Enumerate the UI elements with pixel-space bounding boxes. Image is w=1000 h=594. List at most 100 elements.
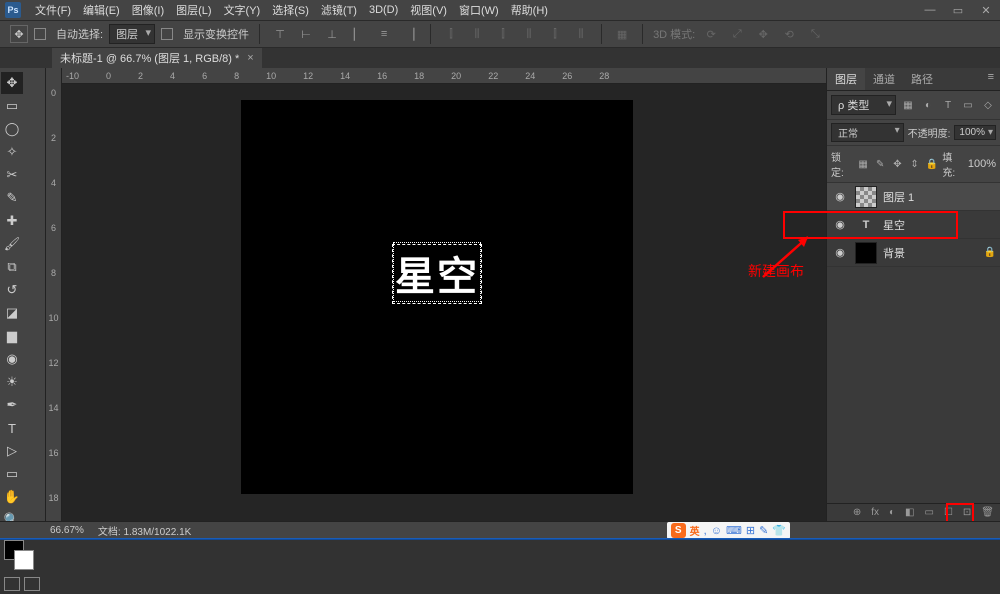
- mode3d-icon[interactable]: ⟲: [779, 25, 799, 43]
- gradient-tool[interactable]: ▆: [1, 325, 23, 347]
- layer-name[interactable]: 星空: [883, 217, 996, 233]
- visibility-eye-icon[interactable]: ◉: [831, 190, 849, 203]
- filter-adjust-icon[interactable]: ◐: [920, 98, 936, 112]
- ruler-vertical[interactable]: 0 2 4 6 8 10 12 14 16 18: [46, 68, 62, 521]
- auto-select-checkbox[interactable]: [34, 28, 46, 40]
- tab-paths[interactable]: 路径: [903, 68, 941, 90]
- close-button[interactable]: ✕: [972, 4, 1000, 17]
- marquee-tool[interactable]: ▭: [1, 95, 23, 117]
- show-transform-checkbox[interactable]: [161, 28, 173, 40]
- canvas[interactable]: 星空: [241, 100, 633, 494]
- distribute-icon[interactable]: ⫿: [441, 25, 461, 43]
- layer-name[interactable]: 背景: [883, 245, 978, 261]
- canvas-text-layer[interactable]: 星空: [395, 244, 479, 302]
- dodge-tool[interactable]: ☀: [1, 371, 23, 393]
- clone-tool[interactable]: ⧉: [1, 256, 23, 278]
- blend-mode-select[interactable]: 正常: [831, 123, 904, 142]
- new-layer-icon[interactable]: ☐: [944, 507, 953, 518]
- tab-channels[interactable]: 通道: [865, 68, 903, 90]
- quick-mask-mode[interactable]: [24, 577, 40, 591]
- standard-mode[interactable]: [4, 577, 20, 591]
- menu-file[interactable]: 文件(F): [29, 2, 77, 18]
- doc-size[interactable]: 文档: 1.83M/1022.1K: [98, 523, 191, 538]
- link-layers-icon[interactable]: ⊕: [853, 507, 861, 518]
- group-icon[interactable]: ▭: [924, 507, 933, 518]
- pen-tool[interactable]: ✒: [1, 394, 23, 416]
- distribute-icon[interactable]: ⫿: [545, 25, 565, 43]
- filter-shape-icon[interactable]: ▭: [960, 98, 976, 112]
- brush-tool[interactable]: 🖌: [1, 233, 23, 255]
- menu-window[interactable]: 窗口(W): [453, 2, 505, 18]
- fill-value[interactable]: 100%: [968, 158, 996, 170]
- filter-smart-icon[interactable]: ◇: [980, 98, 996, 112]
- layer-row[interactable]: ◉ 图层 1: [827, 183, 1000, 211]
- document-tab-close[interactable]: ×: [247, 52, 253, 64]
- align-bottom-icon[interactable]: ⊥: [322, 25, 342, 43]
- hand-tool[interactable]: ✋: [1, 486, 23, 508]
- lock-brush-icon[interactable]: ✎: [874, 159, 887, 170]
- menu-layer[interactable]: 图层(L): [170, 2, 217, 18]
- tab-layers[interactable]: 图层: [827, 68, 865, 90]
- ime-lang[interactable]: 英: [690, 523, 700, 538]
- visibility-eye-icon[interactable]: ◉: [831, 246, 849, 259]
- magic-wand-tool[interactable]: ✧: [1, 141, 23, 163]
- color-swatches[interactable]: [0, 538, 44, 574]
- menu-edit[interactable]: 编辑(E): [77, 2, 126, 18]
- sogou-logo-icon[interactable]: S: [671, 523, 686, 538]
- layer-row[interactable]: ◉ 背景 🔒: [827, 239, 1000, 267]
- new-layer-icon-2[interactable]: ⊡: [963, 507, 971, 518]
- layer-row[interactable]: ◉ T 星空: [827, 211, 1000, 239]
- blur-tool[interactable]: ◉: [1, 348, 23, 370]
- fx-icon[interactable]: fx: [871, 507, 879, 518]
- align-vcenter-icon[interactable]: ⊢: [296, 25, 316, 43]
- document-tab[interactable]: 未标题-1 @ 66.7% (图层 1, RGB/8) * ×: [52, 48, 262, 68]
- distribute-icon[interactable]: ⫼: [519, 25, 539, 43]
- adjustment-icon[interactable]: ◧: [905, 507, 914, 518]
- ime-skin-icon[interactable]: 👕: [772, 524, 786, 537]
- zoom-level[interactable]: 66.67%: [50, 525, 84, 536]
- shape-tool[interactable]: ▭: [1, 463, 23, 485]
- background-color[interactable]: [14, 550, 34, 570]
- lock-pixels-icon[interactable]: ▦: [856, 159, 869, 170]
- mode3d-icon[interactable]: ⟳: [701, 25, 721, 43]
- align-top-icon[interactable]: ⊤: [270, 25, 290, 43]
- opacity-value[interactable]: 100%: [954, 125, 996, 140]
- auto-align-icon[interactable]: ▦: [612, 25, 632, 43]
- layer-thumbnail[interactable]: [855, 242, 877, 264]
- filter-pixel-icon[interactable]: ▦: [900, 98, 916, 112]
- panel-menu-icon[interactable]: ≡: [982, 68, 1000, 90]
- history-brush-tool[interactable]: ↺: [1, 279, 23, 301]
- move-tool[interactable]: ✥: [1, 72, 23, 94]
- lock-position-icon[interactable]: ✥: [891, 159, 904, 170]
- layer-filter-kind[interactable]: ρ 类型: [831, 95, 896, 115]
- ime-punct-icon[interactable]: ,: [704, 525, 707, 537]
- mask-icon[interactable]: ◐: [889, 507, 895, 518]
- align-left-icon[interactable]: ▏: [348, 25, 368, 43]
- ime-bar[interactable]: S 英 , ☺ ⌨ ⊞ ✎ 👕: [667, 522, 790, 539]
- ime-keyboard-icon[interactable]: ⌨: [726, 524, 742, 537]
- menu-3d[interactable]: 3D(D): [363, 4, 404, 16]
- align-hcenter-icon[interactable]: ≡: [374, 25, 394, 43]
- lock-all-icon[interactable]: 🔒: [925, 159, 938, 170]
- mode3d-icon[interactable]: ✥: [753, 25, 773, 43]
- lock-artboard-icon[interactable]: ⇕: [908, 159, 921, 170]
- distribute-icon[interactable]: ⫼: [467, 25, 487, 43]
- ruler-horizontal[interactable]: -10 0 2 4 6 8 10 12 14 16 18 20 22 24 26…: [62, 68, 826, 84]
- eyedropper-tool[interactable]: ✎: [1, 187, 23, 209]
- canvas-area[interactable]: 0 2 4 6 8 10 12 14 16 18 -10 0 2 4 6 8 1…: [46, 68, 826, 521]
- mode3d-icon[interactable]: ⤡: [805, 25, 825, 43]
- maximize-button[interactable]: ▭: [944, 4, 972, 17]
- eraser-tool[interactable]: ◪: [1, 302, 23, 324]
- align-right-icon[interactable]: ▕: [400, 25, 420, 43]
- type-tool[interactable]: T: [1, 417, 23, 439]
- ime-grid-icon[interactable]: ⊞: [746, 524, 755, 537]
- crop-tool[interactable]: ✂: [1, 164, 23, 186]
- auto-select-target[interactable]: 图层: [109, 24, 155, 44]
- menu-view[interactable]: 视图(V): [404, 2, 453, 18]
- menu-help[interactable]: 帮助(H): [505, 2, 554, 18]
- delete-layer-icon[interactable]: 🗑: [981, 507, 994, 518]
- filter-type-icon[interactable]: T: [940, 98, 956, 112]
- layer-thumbnail[interactable]: [855, 186, 877, 208]
- menu-select[interactable]: 选择(S): [266, 2, 315, 18]
- menu-filter[interactable]: 滤镜(T): [315, 2, 363, 18]
